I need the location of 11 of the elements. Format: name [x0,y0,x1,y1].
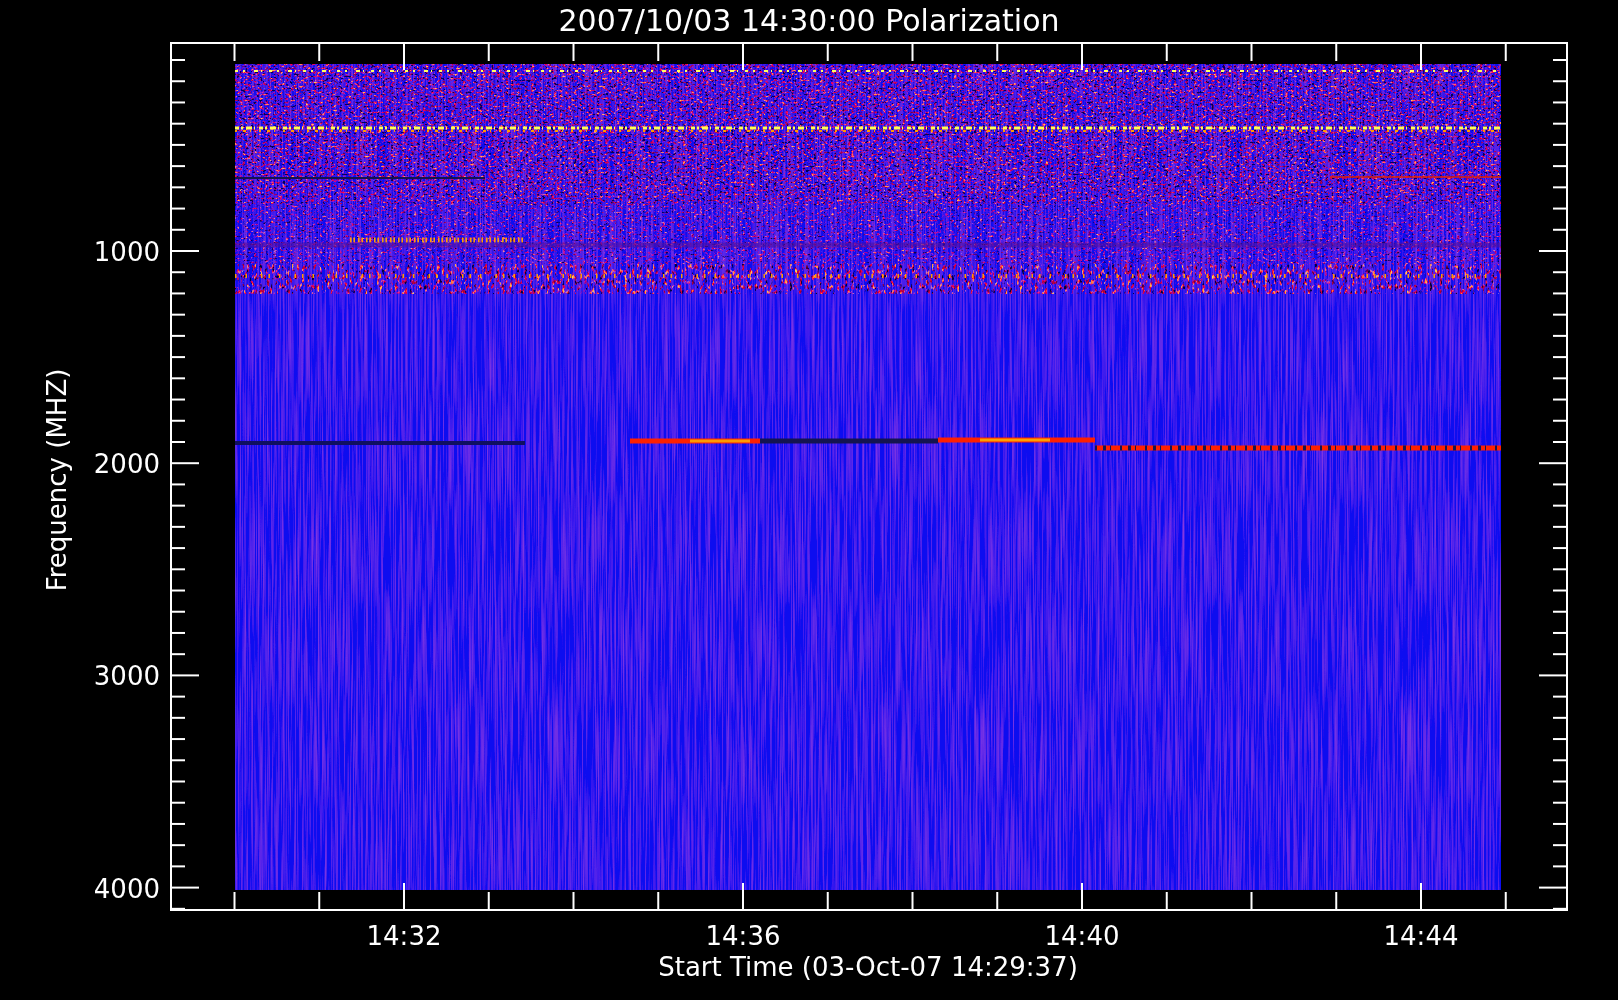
plot-title: 2007/10/03 14:30:00 Polarization [558,3,1060,38]
tick-label: 4000 [93,873,160,904]
tick-label: 2000 [93,449,160,480]
tick-label: 14:44 [1383,921,1459,951]
tick-label: 3000 [93,661,160,692]
axis-title: Start Time (03-Oct-07 14:29:37) [658,952,1078,982]
tick-label: 14:40 [1044,921,1120,951]
axis-title: Frequency (MHZ) [42,368,72,592]
tick-label: 14:32 [366,921,442,951]
tick-label: 1000 [93,237,160,267]
tick-label: 14:36 [705,921,781,951]
